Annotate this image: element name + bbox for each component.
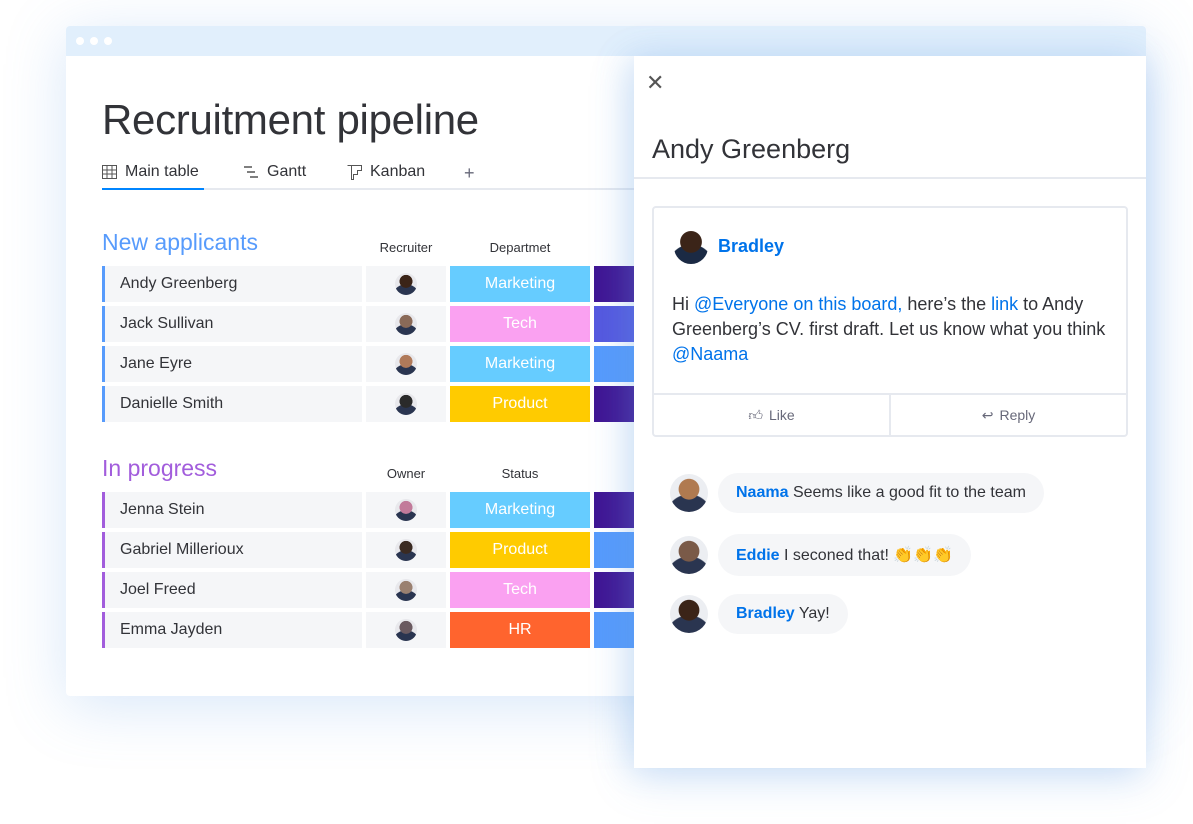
- avatar: [670, 474, 708, 512]
- panel-title: Andy Greenberg: [652, 134, 851, 164]
- mention-naama[interactable]: @Naama: [672, 344, 748, 364]
- group-title[interactable]: New applicants: [102, 229, 258, 256]
- status-label[interactable]: Tech: [450, 306, 590, 342]
- tab-label: Gantt: [267, 163, 307, 180]
- status-label[interactable]: HR: [450, 612, 590, 648]
- item-name[interactable]: Jenna Stein: [102, 492, 362, 528]
- avatar: [395, 499, 417, 521]
- tab-main-table[interactable]: Main table: [102, 163, 204, 190]
- column-header: Owner: [386, 466, 426, 481]
- comment-text: Seems like a good fit to the team: [792, 484, 1026, 501]
- close-icon[interactable]: ✕: [646, 70, 664, 96]
- tab-label: Main table: [125, 163, 199, 180]
- person-cell[interactable]: [366, 572, 446, 608]
- person-cell[interactable]: [366, 346, 446, 382]
- update-card: Bradley Hi @Everyone on this board, here…: [652, 206, 1128, 437]
- table-icon: [102, 165, 117, 179]
- status-label[interactable]: Product: [450, 386, 590, 422]
- window-dot: [90, 37, 98, 45]
- comment-text: I seconed that! 👏👏👏: [784, 547, 954, 564]
- avatar: [670, 536, 708, 574]
- tab-gantt[interactable]: Gantt: [244, 163, 306, 181]
- item-panel: ✕ Andy Greenberg Bradley Hi @Everyone on…: [634, 56, 1146, 768]
- window-dot: [104, 37, 112, 45]
- divider: [634, 177, 1146, 179]
- avatar: [395, 353, 417, 375]
- item-name[interactable]: Jack Sullivan: [102, 306, 362, 342]
- avatar: [670, 595, 708, 633]
- comment: Eddie I seconed that! 👏👏👏: [670, 534, 972, 576]
- window-dot: [76, 37, 84, 45]
- cv-link[interactable]: link: [991, 294, 1018, 314]
- item-name[interactable]: Gabriel Millerioux: [102, 532, 362, 568]
- title-bar: [66, 26, 1146, 56]
- post-text: here’s the: [902, 294, 992, 314]
- person-cell[interactable]: [366, 266, 446, 302]
- avatar: [395, 273, 417, 295]
- comment-bubble: Bradley Yay!: [718, 594, 848, 634]
- gantt-icon: [244, 165, 258, 178]
- avatar: [395, 579, 417, 601]
- reply-button[interactable]: ↩ Reply: [891, 395, 1126, 435]
- view-tabs: Main table Gantt Kanban +: [102, 160, 642, 190]
- status-label[interactable]: Tech: [450, 572, 590, 608]
- person-cell[interactable]: [366, 532, 446, 568]
- mention-everyone[interactable]: @Everyone on this board,: [694, 294, 902, 314]
- item-name[interactable]: Joel Freed: [102, 572, 362, 608]
- kanban-icon: [347, 164, 362, 180]
- tab-kanban[interactable]: Kanban: [347, 163, 425, 181]
- status-label[interactable]: Marketing: [450, 346, 590, 382]
- comment-text: Yay!: [798, 605, 830, 622]
- avatar: [395, 619, 417, 641]
- item-name[interactable]: Emma Jayden: [102, 612, 362, 648]
- comment: Bradley Yay!: [670, 594, 848, 634]
- like-button[interactable]: 👍︎ Like: [654, 395, 891, 435]
- post-author[interactable]: Bradley: [718, 236, 784, 257]
- comment-bubble: Naama Seems like a good fit to the team: [718, 473, 1044, 513]
- avatar: [395, 313, 417, 335]
- status-label[interactable]: Marketing: [450, 492, 590, 528]
- post-actions: 👍︎ Like ↩ Reply: [654, 393, 1126, 435]
- person-cell[interactable]: [366, 386, 446, 422]
- avatar: [395, 539, 417, 561]
- thumbs-up-icon: 👍︎: [748, 406, 763, 423]
- avatar: [395, 393, 417, 415]
- comment: Naama Seems like a good fit to the team: [670, 473, 1044, 513]
- add-view-button[interactable]: +: [464, 163, 475, 184]
- reply-icon: ↩: [981, 406, 994, 423]
- status-label[interactable]: Product: [450, 532, 590, 568]
- comment-author[interactable]: Eddie: [736, 547, 780, 564]
- tab-label: Kanban: [370, 163, 426, 180]
- comment-author[interactable]: Naama: [736, 484, 788, 501]
- comment-author[interactable]: Bradley: [736, 605, 795, 622]
- person-cell[interactable]: [366, 492, 446, 528]
- status-label[interactable]: Marketing: [450, 266, 590, 302]
- item-name[interactable]: Jane Eyre: [102, 346, 362, 382]
- post-body: Hi @Everyone on this board, here’s the l…: [672, 292, 1112, 367]
- comment-bubble: Eddie I seconed that! 👏👏👏: [718, 534, 972, 576]
- group-title[interactable]: In progress: [102, 455, 217, 482]
- person-cell[interactable]: [366, 306, 446, 342]
- person-cell[interactable]: [366, 612, 446, 648]
- column-header: Recruiter: [379, 240, 433, 255]
- post-text: Hi: [672, 294, 694, 314]
- item-name[interactable]: Andy Greenberg: [102, 266, 362, 302]
- avatar: [674, 230, 708, 264]
- item-name[interactable]: Danielle Smith: [102, 386, 362, 422]
- like-label: Like: [768, 407, 795, 423]
- column-header: Status: [501, 466, 539, 481]
- reply-label: Reply: [999, 407, 1036, 423]
- page-title: Recruitment pipeline: [102, 96, 479, 143]
- column-header: Departmet: [489, 240, 551, 255]
